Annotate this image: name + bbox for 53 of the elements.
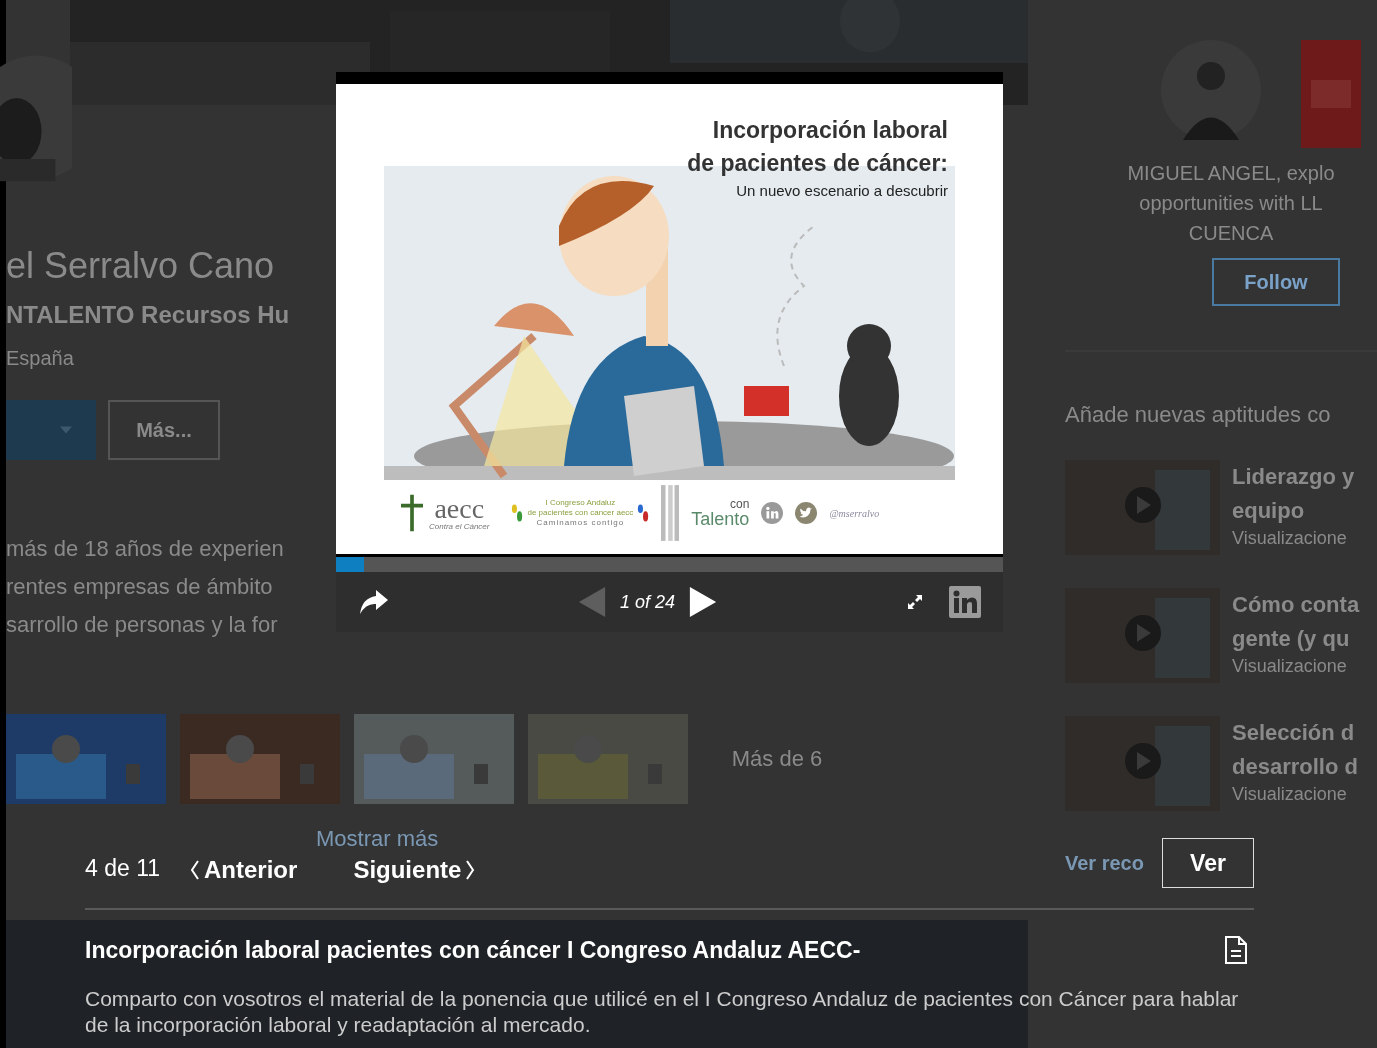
chevron-left-icon bbox=[190, 860, 201, 880]
share-icon[interactable] bbox=[360, 590, 388, 614]
slide-subtitle: Un nuevo escenario a descubrir bbox=[735, 182, 948, 199]
congress-text: de pacientes con cancer aecc bbox=[527, 508, 634, 518]
congress-text: Caminamos contigo bbox=[536, 518, 625, 528]
linkedin-icon[interactable] bbox=[949, 586, 981, 618]
document-title: Incorporación laboral pacientes con cáncer I Congreso Andaluz AECC- bbox=[85, 936, 861, 964]
course-title[interactable]: Liderazgo y equipo bbox=[1232, 460, 1377, 528]
caret-icon bbox=[60, 426, 72, 434]
document-icon[interactable] bbox=[1224, 936, 1248, 964]
congress-text: I Congreso Andaluz bbox=[545, 498, 616, 508]
course-meta: Visualizacione bbox=[1232, 528, 1348, 549]
suggestion-text: CUENCA bbox=[1187, 221, 1275, 246]
course-meta: Visualizacione bbox=[1232, 784, 1348, 805]
about-text: más de 18 años de experien bbox=[6, 535, 285, 563]
course-meta: Visualizacione bbox=[1232, 656, 1348, 677]
course-title[interactable]: Selección d desarrollo d bbox=[1232, 716, 1377, 784]
about-text: rentes empresas de ámbito bbox=[6, 573, 274, 601]
next-icon[interactable] bbox=[689, 587, 717, 617]
logo-tagline: Contra el Cáncer bbox=[429, 521, 490, 531]
suggestion-text: MIGUEL ANGEL, explo bbox=[1127, 161, 1335, 186]
document-description: Comparto con vosotros el material de la ponencia que utilicé en el I Congreso Andaluz de pacientes con Cáncer para hablar de la incorporación laboral y readaptación al mercado. bbox=[85, 986, 1240, 1038]
recommendations-link[interactable]: Ver reco bbox=[1065, 852, 1144, 875]
suggestion-text: opportunities with LL bbox=[1138, 191, 1324, 216]
profile-location: España bbox=[6, 347, 75, 370]
logo-text: con bbox=[730, 498, 750, 510]
chevron-right-icon bbox=[465, 860, 476, 880]
footprints-icon bbox=[511, 503, 524, 523]
profile-name: el Serralvo Cano bbox=[6, 245, 276, 287]
logo-text: Talento bbox=[691, 510, 750, 528]
more-media-link[interactable]: Más de 6 bbox=[702, 746, 852, 772]
divider-drawing bbox=[661, 482, 680, 544]
item-position: 4 de 11 bbox=[85, 854, 161, 882]
more-button[interactable]: Más... bbox=[108, 400, 220, 460]
about-text: sarrollo de personas y la for bbox=[6, 611, 279, 639]
footprints-icon bbox=[637, 503, 650, 523]
logo-text: aecc bbox=[434, 495, 485, 522]
cross-icon bbox=[401, 493, 423, 533]
follow-button[interactable]: Follow bbox=[1212, 258, 1340, 306]
linkedin-icon bbox=[761, 502, 784, 524]
slide-counter: 1 of 24 bbox=[619, 591, 675, 613]
previous-link[interactable]: Anterior bbox=[190, 856, 298, 884]
section-title: Añade nuevas aptitudes co bbox=[1065, 402, 1332, 428]
course-title[interactable]: Cómo conta gente (y qu bbox=[1232, 588, 1377, 656]
next-link[interactable]: Siguiente bbox=[353, 856, 476, 884]
handle-text: @mserralvo bbox=[829, 507, 880, 519]
profile-headline: NTALENTO Recursos Hu bbox=[6, 301, 291, 329]
expand-icon[interactable] bbox=[907, 594, 923, 610]
bird-icon bbox=[795, 502, 818, 524]
slide-title: Incorporación laboral bbox=[711, 116, 948, 145]
slide-title: de pacientes de cáncer: bbox=[687, 149, 948, 178]
show-more-link[interactable]: Mostrar más bbox=[316, 826, 456, 852]
view-button[interactable]: Ver bbox=[1162, 838, 1254, 888]
